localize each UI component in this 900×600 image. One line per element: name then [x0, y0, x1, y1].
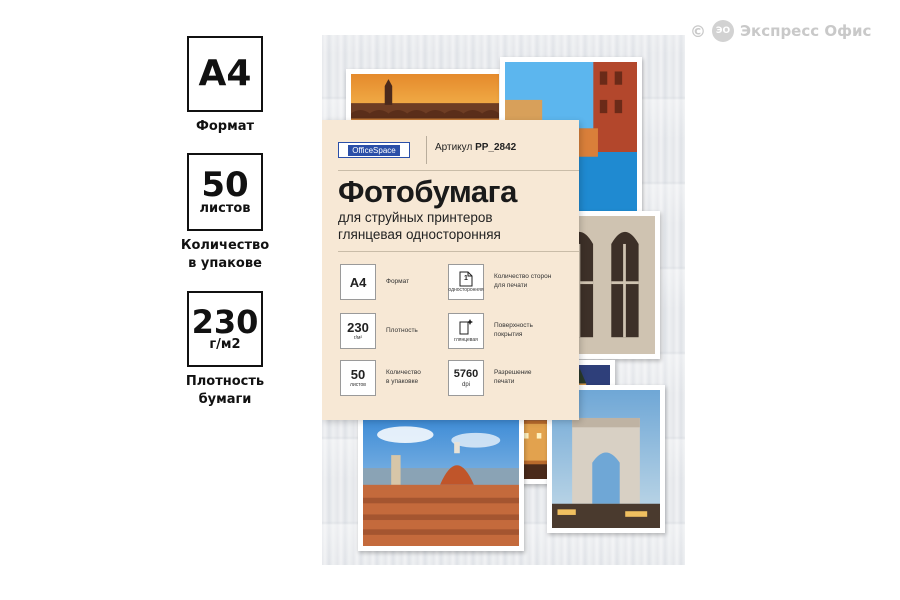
spec-density-value: 230 [191, 302, 259, 341]
product-package: OfficeSpace Артикул PP_2842 Фотобумага д… [322, 35, 685, 565]
spec-density-box: 230 г/м2 [187, 291, 263, 367]
feature-format-value: A4 [349, 274, 367, 290]
header-rule [338, 170, 579, 171]
feature-resolution-label-line1: Разрешение [494, 369, 532, 377]
brand-logo: OfficeSpace [338, 142, 410, 158]
feature-sides-unit: односторонняя [448, 287, 484, 293]
spec-quantity-caption: Количество в упакове [170, 237, 280, 273]
product-subtitle-line2: глянцевая односторонняя [338, 227, 501, 242]
spec-density-caption: Плотность бумаги [170, 373, 280, 409]
feature-format: A4 Формат [340, 264, 450, 300]
feature-resolution-label-line2: печати [494, 378, 515, 385]
spec-density-caption-line1: Плотность [185, 374, 265, 389]
sparkle-page-icon [459, 319, 473, 335]
feature-density: 230 г/м² Плотность [340, 313, 450, 349]
product-subtitle-line1: для струйных принтеров [338, 210, 493, 225]
spec-density-caption-line2: бумаги [198, 392, 252, 408]
spec-density: 230 г/м2 Плотность бумаги [170, 291, 280, 409]
brand-name: OfficeSpace [348, 144, 400, 156]
feature-resolution-unit: dpi [461, 381, 470, 388]
spec-format-value: A4 [198, 53, 252, 94]
spec-density-unit: г/м2 [209, 336, 241, 352]
spec-quantity: 50 листов Количество в упакове [170, 153, 280, 273]
feature-sides-label-line2: для печати [494, 282, 528, 289]
feature-surface-label-line1: Поверхность [494, 322, 533, 330]
store-logo-icon: ЭО [712, 20, 734, 42]
article-number: Артикул PP_2842 [435, 142, 516, 153]
watermark-text: Экспресс Офис [740, 22, 872, 40]
spec-quantity-value: 50 [201, 164, 249, 205]
feature-resolution-value: 5760 [453, 367, 479, 380]
photo-florence-duomo [358, 413, 524, 551]
watermark: © ЭО Экспресс Офис [690, 20, 871, 42]
feature-sides: 1 односторонняя Количество сторон для пе… [448, 264, 558, 300]
feature-sides-label: Количество сторон для печати [494, 273, 558, 291]
subtitle-rule [338, 251, 579, 252]
feature-quantity-value: 50 [350, 367, 366, 382]
feature-quantity-label: Количество в упаковке [386, 369, 450, 387]
feature-quantity: 50 листов Количество в упаковке [340, 360, 450, 396]
product-title: Фотобумага [338, 174, 517, 209]
spec-format-box: A4 [187, 36, 263, 112]
feature-quantity-label-line1: Количество [386, 369, 421, 377]
feature-density-label: Плотность [386, 326, 418, 334]
glossy-page-icon: глянцевая [448, 313, 484, 349]
feature-format-icon: A4 [340, 264, 376, 300]
spec-format-caption: Формат [195, 119, 255, 134]
article-code: PP_2842 [475, 142, 517, 153]
feature-surface-unit: глянцевая [454, 337, 478, 343]
feature-surface-label: Поверхность покрытия [494, 322, 558, 340]
feature-quantity-icon: 50 листов [340, 360, 376, 396]
product-info-card: OfficeSpace Артикул PP_2842 Фотобумага д… [322, 120, 579, 420]
feature-density-value: 230 [347, 320, 369, 335]
spec-quantity-caption-line2: в упакове [188, 256, 262, 272]
feature-quantity-label-line2: в упаковке [386, 378, 419, 385]
header-divider [426, 136, 427, 164]
article-label: Артикул [435, 142, 473, 153]
single-sided-page-icon: 1 односторонняя [448, 264, 484, 300]
feature-resolution-label: Разрешение печати [494, 369, 558, 387]
feature-sides-label-line1: Количество сторон [494, 273, 552, 281]
spec-quantity-box: 50 листов [187, 153, 263, 231]
feature-sides-value: 1 [464, 275, 468, 282]
feature-density-unit: г/м² [353, 335, 363, 341]
feature-surface: глянцевая Поверхность покрытия [448, 313, 558, 349]
feature-resolution: 5760 dpi Разрешение печати [448, 360, 558, 396]
spec-format: A4 Формат [170, 36, 280, 136]
feature-format-label: Формат [386, 277, 410, 285]
feature-surface-label-line2: покрытия [494, 331, 523, 338]
copyright-symbol: © [690, 21, 706, 41]
spec-quantity-caption-line1: Количество [180, 238, 270, 253]
feature-quantity-unit: листов [350, 382, 366, 388]
spec-quantity-unit: листов [199, 200, 251, 216]
feature-density-icon: 230 г/м² [340, 313, 376, 349]
feature-resolution-icon: 5760 dpi [448, 360, 484, 396]
